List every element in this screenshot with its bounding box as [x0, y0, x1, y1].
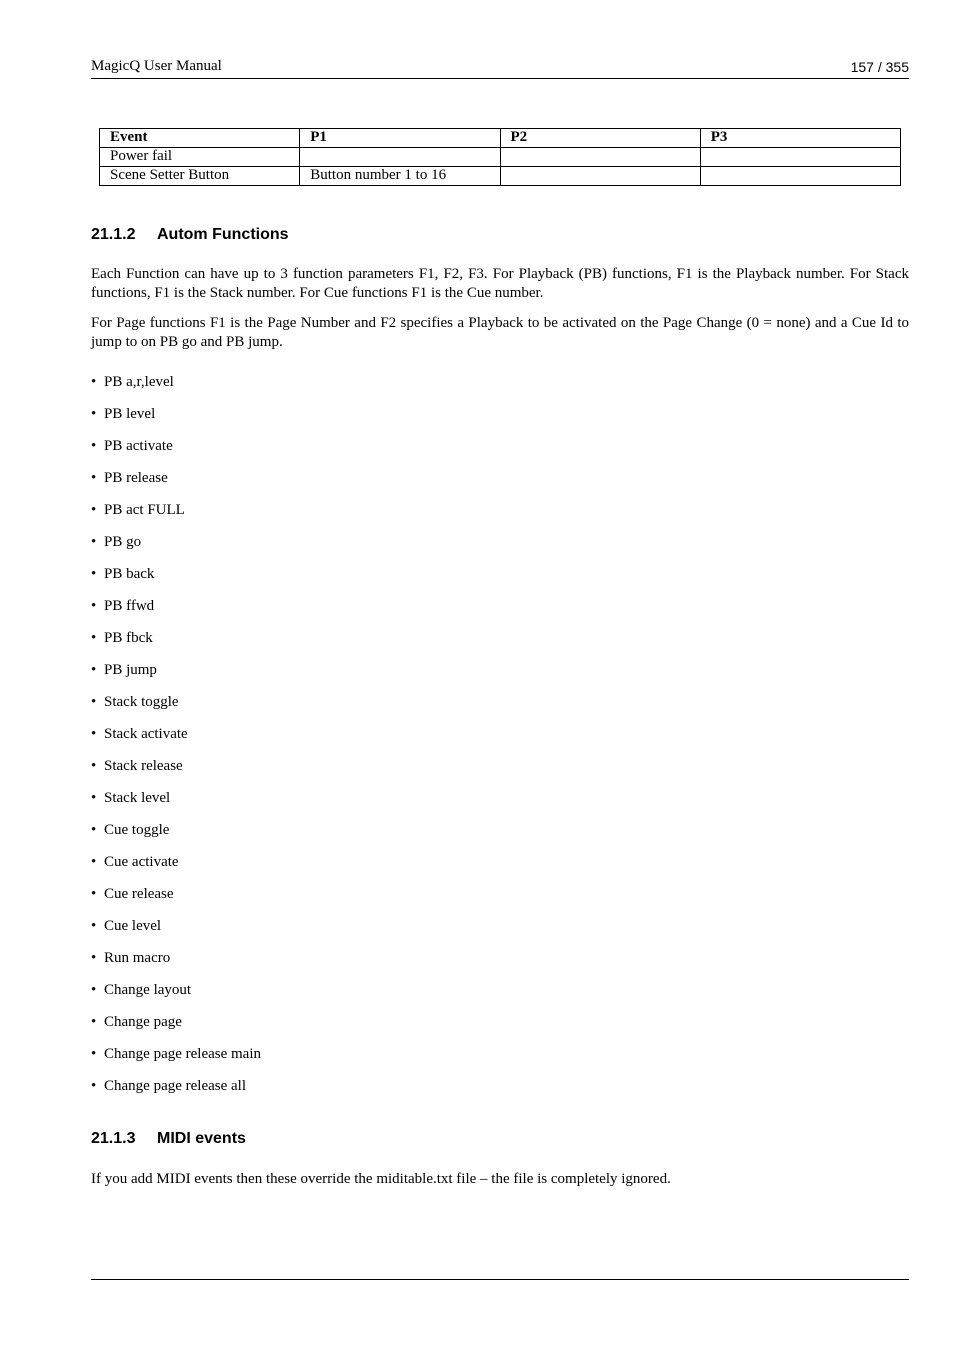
list-item: • Stack release	[91, 757, 261, 789]
table-row: Scene Setter Button Button number 1 to 1…	[98, 166, 902, 186]
page-header: MagicQ User Manual 157 / 355	[91, 58, 909, 79]
list-item-label: PB go	[104, 534, 142, 550]
list-item: • PB jump	[91, 661, 261, 693]
footer-divider	[91, 1279, 909, 1280]
list-item-label: Stack level	[104, 790, 171, 806]
paragraph-midi-events: If you add MIDI events then these overri…	[91, 1171, 671, 1187]
list-item-label: PB jump	[104, 662, 157, 678]
bullet-icon: •	[91, 790, 97, 806]
list-item: • PB release	[91, 469, 261, 501]
section-title: MIDI events	[157, 1130, 246, 1147]
list-item: • PB activate	[91, 437, 261, 469]
column-header-p1: P1	[299, 128, 501, 148]
list-item-label: Cue level	[104, 918, 162, 934]
section-title: Autom Functions	[157, 226, 289, 243]
list-item: • Run macro	[91, 949, 261, 981]
document-title: MagicQ User Manual	[91, 58, 222, 74]
list-item-label: Stack release	[104, 758, 183, 774]
list-item-label: Change page release main	[104, 1046, 262, 1062]
list-item: • PB ffwd	[91, 597, 261, 629]
bullet-icon: •	[91, 1046, 97, 1062]
section-heading-autom-functions: 21.1.2 Autom Functions	[91, 226, 289, 244]
column-header-p2: P2	[499, 128, 701, 148]
list-item-label: Change layout	[104, 982, 192, 998]
list-item-label: Stack activate	[104, 726, 188, 742]
bullet-icon: •	[91, 918, 97, 934]
table-cell	[499, 166, 701, 186]
bullet-icon: •	[91, 694, 97, 710]
section-number: 21.1.2	[91, 226, 136, 243]
bullet-icon: •	[91, 630, 97, 646]
table-cell	[299, 147, 501, 167]
list-item: • Stack toggle	[91, 693, 261, 725]
list-item-label: PB fbck	[104, 630, 153, 646]
bullet-icon: •	[91, 598, 97, 614]
list-item: • Cue toggle	[91, 821, 261, 853]
list-item-label: Cue toggle	[104, 822, 170, 838]
bullet-icon: •	[91, 406, 97, 422]
bullet-icon: •	[91, 374, 97, 390]
column-header-event: Event	[98, 128, 301, 148]
table-cell: Scene Setter Button	[98, 166, 301, 186]
bullet-icon: •	[91, 470, 97, 486]
paragraph-function-parameters: Each Function can have up to 3 function …	[91, 266, 909, 301]
list-item-label: PB ffwd	[104, 598, 155, 614]
list-item: • PB act FULL	[91, 501, 261, 533]
section-heading-midi-events: 21.1.3 MIDI events	[91, 1130, 246, 1148]
list-item: • Change page release all	[91, 1077, 261, 1109]
list-item-label: Run macro	[104, 950, 171, 966]
list-item: • PB a,r,level	[91, 373, 261, 405]
paragraph-page-functions: For Page functions F1 is the Page Number…	[91, 315, 909, 350]
table-header-row: Event P1 P2 P3	[98, 128, 902, 148]
table-cell: Button number 1 to 16	[299, 166, 501, 186]
section-number: 21.1.3	[91, 1130, 136, 1147]
list-item: • Change page release main	[91, 1045, 261, 1077]
table-cell	[699, 147, 902, 167]
list-item: • Cue level	[91, 917, 261, 949]
bullet-icon: •	[91, 950, 97, 966]
list-item: • Cue release	[91, 885, 261, 917]
function-list: • PB a,r,level • PB level • PB activate • PB re…	[91, 373, 261, 1109]
list-item: • Stack activate	[91, 725, 261, 757]
list-item-label: Stack toggle	[104, 694, 179, 710]
list-item: • Stack level	[91, 789, 261, 821]
list-item-label: Change page	[104, 1014, 182, 1030]
bullet-icon: •	[91, 662, 97, 678]
bullet-icon: •	[91, 502, 97, 518]
bullet-icon: •	[91, 1014, 97, 1030]
bullet-icon: •	[91, 534, 97, 550]
list-item: • Cue activate	[91, 853, 261, 885]
list-item-label: PB level	[104, 406, 156, 422]
bullet-icon: •	[91, 886, 97, 902]
bullet-icon: •	[91, 1078, 97, 1094]
table-row: Power fail	[98, 147, 902, 167]
page-number: 157 / 355	[850, 59, 909, 75]
list-item: • PB level	[91, 405, 261, 437]
bullet-icon: •	[91, 566, 97, 582]
list-item-label: Change page release all	[104, 1078, 247, 1094]
list-item: • PB back	[91, 565, 261, 597]
list-item: • Change layout	[91, 981, 261, 1013]
list-item-label: Cue activate	[104, 854, 179, 870]
list-item-label: PB a,r,level	[104, 374, 174, 390]
bullet-icon: •	[91, 822, 97, 838]
list-item: • Change page	[91, 1013, 261, 1045]
list-item-label: PB act FULL	[104, 502, 185, 518]
event-parameters-table: Event P1 P2 P3 Power fail Scene Setter B…	[98, 128, 902, 186]
list-item-label: Cue release	[104, 886, 174, 902]
bullet-icon: •	[91, 758, 97, 774]
table-cell: Power fail	[98, 147, 301, 167]
bullet-icon: •	[91, 726, 97, 742]
column-header-p3: P3	[699, 128, 902, 148]
bullet-icon: •	[91, 982, 97, 998]
list-item-label: PB back	[104, 566, 155, 582]
table-cell	[699, 166, 902, 186]
list-item: • PB fbck	[91, 629, 261, 661]
bullet-icon: •	[91, 438, 97, 454]
list-item: • PB go	[91, 533, 261, 565]
list-item-label: PB activate	[104, 438, 173, 454]
bullet-icon: •	[91, 854, 97, 870]
table-cell	[499, 147, 701, 167]
list-item-label: PB release	[104, 470, 168, 486]
